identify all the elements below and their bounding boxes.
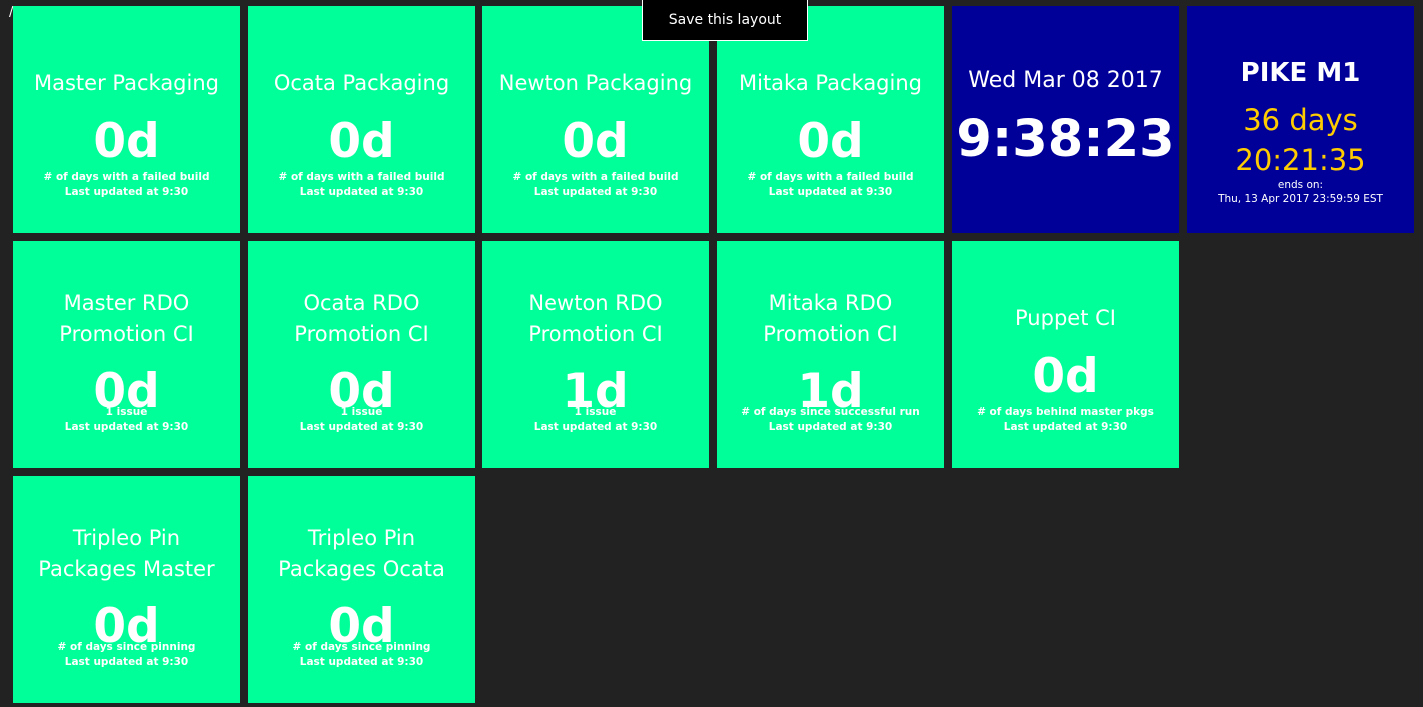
save-layout-button[interactable]: Save this layout — [642, 0, 808, 41]
widget-more-info: # of days with a failed build — [278, 171, 445, 183]
widget-more-info: # of days since pinning — [292, 641, 431, 653]
widget-title: Puppet CI — [1015, 306, 1116, 330]
widget-subtext: # of days with a failed build Last updat… — [717, 170, 944, 200]
widget-updated-at: Last updated at 9:30 — [64, 421, 189, 433]
widget-title: Master Packaging — [34, 71, 219, 95]
widget-more-info: # of days with a failed build — [512, 171, 679, 183]
widget-updated-at: Last updated at 9:30 — [64, 656, 189, 668]
widget-subtext: # of days with a failed build Last updat… — [248, 170, 475, 200]
widget-mitaka-rdo-promotion[interactable]: Mitaka RDO Promotion CI 1d # of days sin… — [717, 241, 944, 468]
widget-clock[interactable]: Wed Mar 08 2017 9:38:23 — [952, 6, 1179, 233]
widget-more-info: 1 issue — [105, 406, 148, 418]
widget-subtext: # of days since successful run Last upda… — [717, 405, 944, 435]
widget-subtext: 1 issue Last updated at 9:30 — [248, 405, 475, 435]
widget-more-info: # of days with a failed build — [43, 171, 210, 183]
widget-more-info: 1 issue — [340, 406, 383, 418]
widget-newton-rdo-promotion[interactable]: Newton RDO Promotion CI 1d 1 issue Last … — [482, 241, 709, 468]
widget-title: Ocata Packaging — [273, 71, 450, 95]
widget-title: Tripleo Pin Packages Ocata — [278, 526, 445, 581]
widget-title: Mitaka Packaging — [739, 71, 922, 95]
widget-updated-at: Last updated at 9:30 — [299, 421, 424, 433]
widget-updated-at: Last updated at 9:30 — [64, 186, 189, 198]
widget-countdown[interactable]: PIKE M1 36 days 20:21:35 ends on: Thu, 1… — [1187, 6, 1414, 233]
widget-title: Newton Packaging — [498, 71, 693, 95]
widget-title: Mitaka RDO Promotion CI — [763, 291, 898, 346]
countdown-ends-label: ends on: — [1277, 179, 1324, 191]
countdown-time: 20:21:35 — [1235, 143, 1366, 177]
widget-master-packaging[interactable]: Master Packaging 0d # of days with a fai… — [13, 6, 240, 233]
widget-subtext: 1 issue Last updated at 9:30 — [13, 405, 240, 435]
widget-master-rdo-promotion[interactable]: Master RDO Promotion CI 0d 1 issue Last … — [13, 241, 240, 468]
widget-updated-at: Last updated at 9:30 — [768, 186, 893, 198]
widget-value: 0d — [328, 114, 395, 169]
widget-more-info: # of days since successful run — [741, 406, 920, 418]
widget-tripleo-pin-ocata[interactable]: Tripleo Pin Packages Ocata 0d # of days … — [248, 476, 475, 703]
widget-ocata-packaging[interactable]: Ocata Packaging 0d # of days with a fail… — [248, 6, 475, 233]
countdown-days: 36 days — [1243, 103, 1358, 137]
widget-updated-at: Last updated at 9:30 — [533, 421, 658, 433]
widget-title: Newton RDO Promotion CI — [528, 291, 663, 346]
widget-title: Ocata RDO Promotion CI — [294, 291, 429, 346]
widget-value: 0d — [1032, 349, 1099, 404]
widget-title: Master RDO Promotion CI — [59, 291, 194, 346]
widget-title: Tripleo Pin Packages Master — [38, 526, 215, 581]
widget-subtext: # of days behind master pkgs Last update… — [952, 405, 1179, 435]
clock-date: Wed Mar 08 2017 — [968, 68, 1163, 93]
widget-subtext: # of days since pinning Last updated at … — [13, 640, 240, 670]
widget-subtext: # of days with a failed build Last updat… — [13, 170, 240, 200]
widget-value: 0d — [562, 114, 629, 169]
widget-updated-at: Last updated at 9:30 — [299, 656, 424, 668]
widget-more-info: # of days with a failed build — [747, 171, 914, 183]
widget-more-info: # of days since pinning — [57, 641, 196, 653]
clock-time: 9:38:23 — [956, 110, 1175, 169]
widget-subtext: # of days with a failed build Last updat… — [482, 170, 709, 200]
widget-value: 0d — [93, 114, 160, 169]
widget-puppet-ci[interactable]: Puppet CI 0d # of days behind master pkg… — [952, 241, 1179, 468]
widget-value: 0d — [797, 114, 864, 169]
widget-more-info: # of days behind master pkgs — [977, 406, 1154, 418]
widget-updated-at: Last updated at 9:30 — [1003, 421, 1128, 433]
widget-subtext: # of days since pinning Last updated at … — [248, 640, 475, 670]
countdown-ends-date: Thu, 13 Apr 2017 23:59:59 EST — [1218, 193, 1383, 205]
widget-more-info: 1 issue — [574, 406, 617, 418]
widget-updated-at: Last updated at 9:30 — [768, 421, 893, 433]
widget-updated-at: Last updated at 9:30 — [533, 186, 658, 198]
widget-updated-at: Last updated at 9:30 — [299, 186, 424, 198]
widget-tripleo-pin-master[interactable]: Tripleo Pin Packages Master 0d # of days… — [13, 476, 240, 703]
widget-ocata-rdo-promotion[interactable]: Ocata RDO Promotion CI 0d 1 issue Last u… — [248, 241, 475, 468]
countdown-title: PIKE M1 — [1240, 58, 1361, 88]
widget-subtext: 1 issue Last updated at 9:30 — [482, 405, 709, 435]
